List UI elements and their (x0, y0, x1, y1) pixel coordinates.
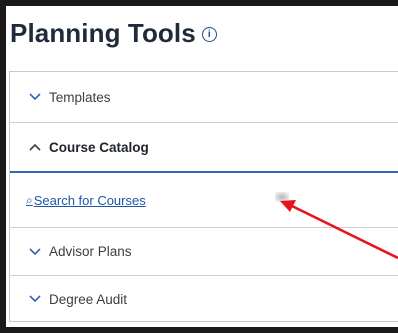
accordion-label-templates: Templates (49, 89, 111, 105)
page-header: Planning Tools i (10, 18, 217, 49)
search-for-courses-label: Search for Courses (33, 192, 146, 208)
chevron-down-icon (24, 243, 46, 261)
accordion-label-course-catalog: Course Catalog (49, 139, 149, 155)
chevron-down-icon (24, 290, 46, 308)
chevron-up-icon (24, 138, 46, 156)
chevron-down-icon (24, 88, 46, 106)
mouse-cursor-shadow (275, 192, 289, 202)
page-title: Planning Tools (10, 18, 196, 48)
accordion-item-templates[interactable]: Templates (10, 72, 398, 123)
course-catalog-content: ⌕ Search for Courses (10, 173, 398, 228)
accordion-item-degree-audit[interactable]: Degree Audit (10, 276, 398, 322)
key-icon: ⌕ (26, 192, 33, 207)
accordion-label-advisor-plans: Advisor Plans (49, 244, 132, 259)
info-icon[interactable]: i (201, 27, 217, 42)
accordion-item-advisor-plans[interactable]: Advisor Plans (10, 228, 398, 276)
planning-tools-accordion: Templates Course Catalog ⌕ Search for Co… (9, 71, 398, 322)
search-for-courses-link[interactable]: ⌕ Search for Courses (26, 193, 146, 208)
accordion-item-course-catalog[interactable]: Course Catalog (10, 123, 398, 173)
accordion-label-degree-audit: Degree Audit (49, 291, 128, 307)
